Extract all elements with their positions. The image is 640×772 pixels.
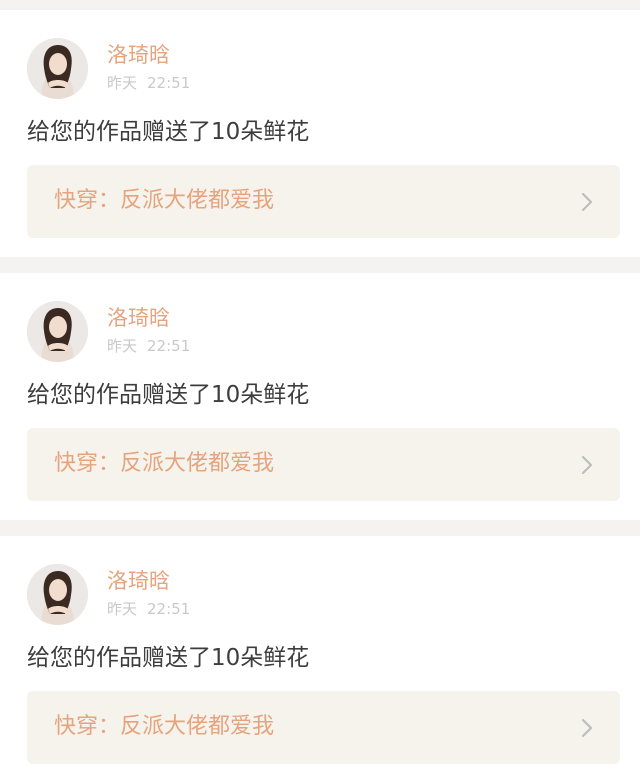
- book-title: 快穿：反派大佬都爱我: [54, 188, 275, 213]
- avatar-photo-icon: [27, 38, 88, 99]
- user-avatar[interactable]: [27, 564, 88, 625]
- book-link[interactable]: 快穿：反派大佬都爱我: [27, 691, 620, 764]
- gift-message: 给您的作品赠送了10朵鲜花: [27, 119, 310, 145]
- gift-message: 给您的作品赠送了10朵鲜花: [27, 645, 310, 671]
- timestamp: 昨天 22:51: [107, 599, 190, 619]
- timestamp: 昨天 22:51: [107, 73, 190, 93]
- user-avatar[interactable]: [27, 301, 88, 362]
- timestamp-day: 昨天: [107, 337, 138, 355]
- user-avatar[interactable]: [27, 38, 88, 99]
- timestamp-time: 22:51: [147, 600, 191, 618]
- chevron-right-icon: [581, 192, 593, 212]
- timestamp-day: 昨天: [107, 600, 138, 618]
- username[interactable]: 洛琦晗: [107, 42, 170, 68]
- chevron-right-icon: [581, 455, 593, 475]
- gift-message: 给您的作品赠送了10朵鲜花: [27, 382, 310, 408]
- book-title: 快穿：反派大佬都爱我: [54, 451, 275, 476]
- avatar-photo-icon: [27, 301, 88, 362]
- timestamp: 昨天 22:51: [107, 336, 190, 356]
- timestamp-day: 昨天: [107, 74, 138, 92]
- notification-card: 洛琦晗 昨天 22:51 给您的作品赠送了10朵鲜花 快穿：反派大佬都爱我: [0, 10, 640, 257]
- notification-card: 洛琦晗 昨天 22:51 给您的作品赠送了10朵鲜花 快穿：反派大佬都爱我: [0, 536, 640, 772]
- book-link[interactable]: 快穿：反派大佬都爱我: [27, 428, 620, 501]
- gift-notification-feed: 洛琦晗 昨天 22:51 给您的作品赠送了10朵鲜花 快穿：反派大佬都爱我 洛琦晗…: [0, 0, 640, 772]
- book-title: 快穿：反派大佬都爱我: [54, 714, 275, 739]
- book-link[interactable]: 快穿：反派大佬都爱我: [27, 165, 620, 238]
- timestamp-time: 22:51: [147, 74, 191, 92]
- timestamp-time: 22:51: [147, 337, 191, 355]
- notification-card: 洛琦晗 昨天 22:51 给您的作品赠送了10朵鲜花 快穿：反派大佬都爱我: [0, 273, 640, 520]
- chevron-right-icon: [581, 718, 593, 738]
- username[interactable]: 洛琦晗: [107, 305, 170, 331]
- avatar-photo-icon: [27, 564, 88, 625]
- username[interactable]: 洛琦晗: [107, 568, 170, 594]
